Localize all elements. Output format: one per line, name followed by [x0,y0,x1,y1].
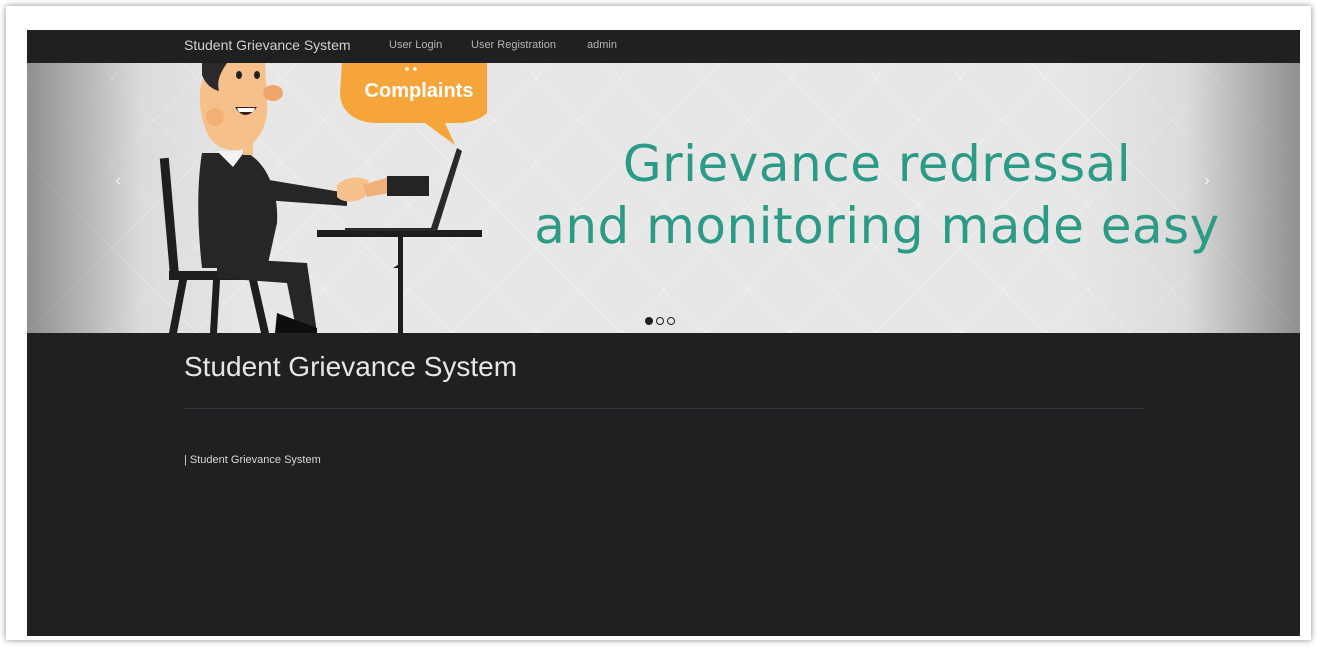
headline-line-1: Grievance redressal [622,135,1132,193]
hero-carousel: Complaints ‹ › Grievance redressal and m… [27,63,1300,333]
headline-line-2: and monitoring made easy [534,197,1220,255]
nav-link-user-registration[interactable]: User Registration [471,37,556,53]
page-title: Student Grievance System [184,351,518,382]
carousel-headline: Grievance redressal and monitoring made … [507,133,1247,257]
screenshot-frame: Student Grievance System User Login User… [6,6,1311,640]
carousel-indicator-1[interactable] [645,317,653,325]
carousel-indicators [645,317,675,325]
handshake-illustration: Complaints [159,63,487,333]
carousel-indicator-2[interactable] [656,317,664,325]
nav-link-admin[interactable]: admin [587,37,617,53]
nav-link-user-login[interactable]: User Login [389,37,442,53]
carousel-indicator-3[interactable] [667,317,675,325]
complaints-bubble-text: Complaints [365,80,474,102]
footer-text: | Student Grievance System [184,454,321,466]
carousel-prev-icon[interactable]: ‹ [108,171,128,191]
navbar-brand[interactable]: Student Grievance System [184,35,351,55]
top-navbar: Student Grievance System User Login User… [27,30,1300,63]
page: Student Grievance System User Login User… [27,30,1300,636]
divider [184,408,1144,409]
